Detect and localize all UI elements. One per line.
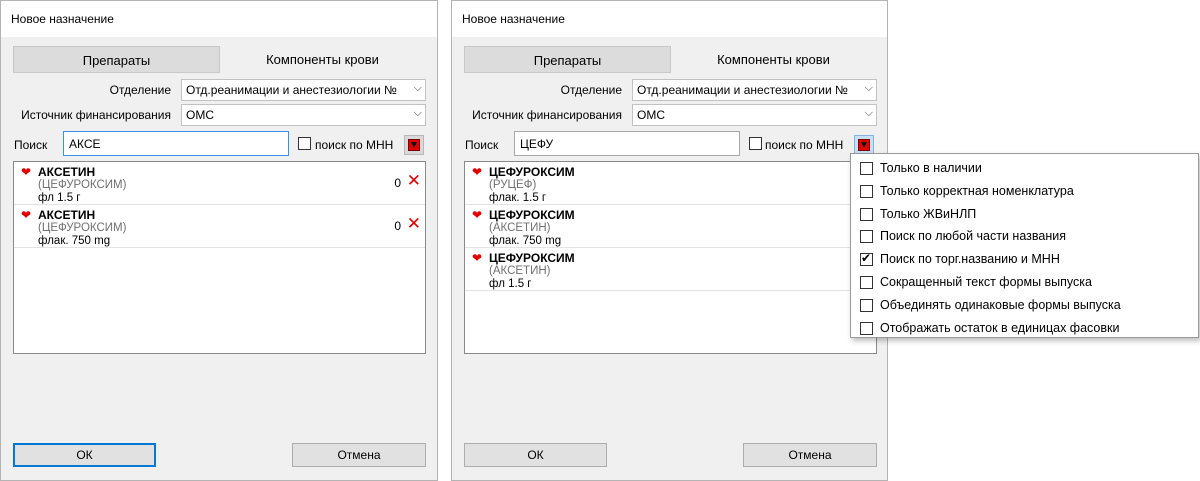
filter-icon: [408, 139, 420, 151]
drug-form: фл 1.5 г: [489, 278, 532, 290]
tab-drugs[interactable]: Препараты: [13, 46, 220, 73]
close-icon[interactable]: ✕: [407, 172, 421, 189]
drug-qty: 0: [394, 176, 401, 190]
drug-inn: (ЦЕФУРОКСИМ): [38, 222, 127, 234]
menu-checkbox-checked[interactable]: [860, 251, 873, 267]
inn-search-label: поиск по МНН: [765, 138, 844, 152]
ok-button[interactable]: ОК: [464, 443, 607, 467]
heart-icon: ❤: [472, 165, 483, 179]
department-label: Отделение: [560, 83, 622, 97]
drug-name: ЦЕФУРОКСИМ: [489, 251, 575, 265]
drug-name: ЦЕФУРОКСИМ: [489, 165, 575, 179]
drug-name: АКСЕТИН: [38, 208, 96, 222]
menu-item-label: Объединять одинаковые формы выпуска: [880, 297, 1121, 312]
funding-label: Источник финансирования: [472, 108, 622, 122]
inn-search-checkbox[interactable]: [749, 137, 762, 150]
list-item[interactable]: ❤ АКСЕТИН (ЦЕФУРОКСИМ) фл 1.5 г 0 ✕: [14, 162, 425, 205]
funding-select[interactable]: ОМС ⌵: [181, 104, 426, 126]
department-select[interactable]: Отд.реанимации и анестезиологии № ⌵: [632, 79, 877, 101]
tab-blood-components[interactable]: Компоненты крови: [671, 46, 876, 73]
chevron-down-icon: ⌵: [864, 107, 873, 119]
menu-checkbox[interactable]: [860, 162, 873, 175]
department-value: Отд.реанимации и анестезиологии №: [637, 83, 848, 97]
funding-select[interactable]: ОМС ⌵: [632, 104, 877, 126]
menu-item-label: Только корректная номенклатура: [880, 183, 1074, 198]
menu-checkbox[interactable]: [860, 275, 873, 289]
menu-item-label: Только ЖВиНЛП: [880, 206, 977, 221]
menu-checkbox[interactable]: [860, 207, 873, 221]
menu-item-vital-drugs[interactable]: Только ЖВиНЛП: [851, 204, 1198, 227]
cancel-button[interactable]: Отмена: [292, 443, 426, 467]
heart-icon: ❤: [21, 208, 32, 222]
drug-name: ЦЕФУРОКСИМ: [489, 208, 575, 222]
menu-item-merge-forms[interactable]: Объединять одинаковые формы выпуска: [851, 295, 1198, 318]
funding-label: Источник финансирования: [21, 108, 171, 122]
drug-form: флак. 1.5 г: [489, 192, 547, 204]
drug-inn: (АКСЕТИН): [489, 265, 551, 277]
chevron-down-icon: ⌵: [413, 107, 422, 119]
list-item[interactable]: ❤ ЦЕФУРОКСИМ (АКСЕТИН) флак. 750 mg 0: [465, 205, 876, 248]
menu-item-trade-and-inn[interactable]: Поиск по торг.названию и МНН: [851, 249, 1198, 272]
drug-form: флак. 750 mg: [489, 235, 562, 247]
inn-search-label: поиск по МНН: [315, 138, 394, 152]
department-select[interactable]: Отд.реанимации и анестезиологии № ⌵: [181, 79, 426, 101]
menu-item-short-form-text[interactable]: Сокращенный текст формы выпуска: [851, 272, 1198, 295]
close-icon[interactable]: ✕: [407, 215, 421, 232]
drug-list[interactable]: ❤ АКСЕТИН (ЦЕФУРОКСИМ) фл 1.5 г 0 ✕ ❤ АК…: [13, 161, 426, 354]
drug-form: фл 1.5 г: [38, 192, 81, 204]
search-input[interactable]: АКСЕ: [63, 131, 289, 156]
drug-inn: (ЦЕФУРОКСИМ): [38, 179, 127, 191]
dialog-new-prescription-2: Новое назначение Препараты Компоненты кр…: [451, 0, 888, 481]
menu-item-label: Поиск по торг.названию и МНН: [880, 252, 1060, 267]
menu-item-in-stock[interactable]: Только в наличии: [851, 158, 1198, 181]
department-label: Отделение: [109, 83, 171, 97]
menu-checkbox[interactable]: [860, 184, 873, 198]
menu-item-label: Поиск по любой части названия: [880, 229, 1066, 244]
funding-value: ОМС: [186, 108, 214, 122]
filter-icon: [858, 139, 870, 151]
menu-checkbox[interactable]: [860, 321, 873, 335]
drug-qty: 0: [394, 219, 401, 233]
tab-blood-components[interactable]: Компоненты крови: [220, 46, 425, 73]
menu-item-label: Только в наличии: [880, 161, 982, 175]
menu-item-stock-in-packs[interactable]: Отображать остаток в единицах фасовки: [851, 318, 1198, 341]
window-title: Новое назначение: [1, 1, 437, 37]
ok-button[interactable]: ОК: [13, 443, 156, 467]
drug-form: флак. 750 mg: [38, 235, 111, 247]
search-label: Поиск: [14, 138, 48, 152]
window-title: Новое назначение: [452, 1, 887, 37]
menu-item-correct-nomenclature[interactable]: Только корректная номенклатура: [851, 181, 1198, 204]
drug-name: АКСЕТИН: [38, 165, 96, 179]
funding-value: ОМС: [637, 108, 665, 122]
chevron-down-icon: ⌵: [864, 82, 873, 94]
menu-item-label: Отображать остаток в единицах фасовки: [880, 320, 1120, 335]
list-item[interactable]: ❤ АКСЕТИН (ЦЕФУРОКСИМ) флак. 750 mg 0 ✕: [14, 205, 425, 248]
filter-menu: Только в наличии Только корректная номен…: [850, 153, 1199, 338]
menu-item-label: Сокращенный текст формы выпуска: [880, 274, 1092, 289]
chevron-down-icon: ⌵: [413, 82, 422, 94]
dialog-new-prescription-1: Новое назначение Препараты Компоненты кр…: [0, 0, 438, 481]
search-input[interactable]: ЦЕФУ: [514, 131, 740, 156]
inn-search-checkbox[interactable]: [298, 137, 311, 150]
heart-icon: ❤: [472, 208, 483, 222]
search-label: Поиск: [465, 138, 499, 152]
menu-item-any-part-name[interactable]: Поиск по любой части названия: [851, 226, 1198, 249]
filter-button[interactable]: [404, 135, 424, 155]
tab-drugs[interactable]: Препараты: [464, 46, 671, 73]
drug-inn: (РУЦЕФ): [489, 179, 537, 191]
filter-button[interactable]: [854, 135, 874, 155]
list-item[interactable]: ❤ ЦЕФУРОКСИМ (РУЦЕФ) флак. 1.5 г 0: [465, 162, 876, 205]
cancel-button[interactable]: Отмена: [743, 443, 877, 467]
drug-inn: (АКСЕТИН): [489, 222, 551, 234]
menu-checkbox[interactable]: [860, 298, 873, 312]
drug-list[interactable]: ❤ ЦЕФУРОКСИМ (РУЦЕФ) флак. 1.5 г 0 ❤ ЦЕФ…: [464, 161, 877, 354]
menu-checkbox[interactable]: [860, 230, 873, 244]
heart-icon: ❤: [472, 251, 483, 265]
list-item[interactable]: ❤ ЦЕФУРОКСИМ (АКСЕТИН) фл 1.5 г 0: [465, 248, 876, 291]
department-value: Отд.реанимации и анестезиологии №: [186, 83, 397, 97]
heart-icon: ❤: [21, 165, 32, 179]
